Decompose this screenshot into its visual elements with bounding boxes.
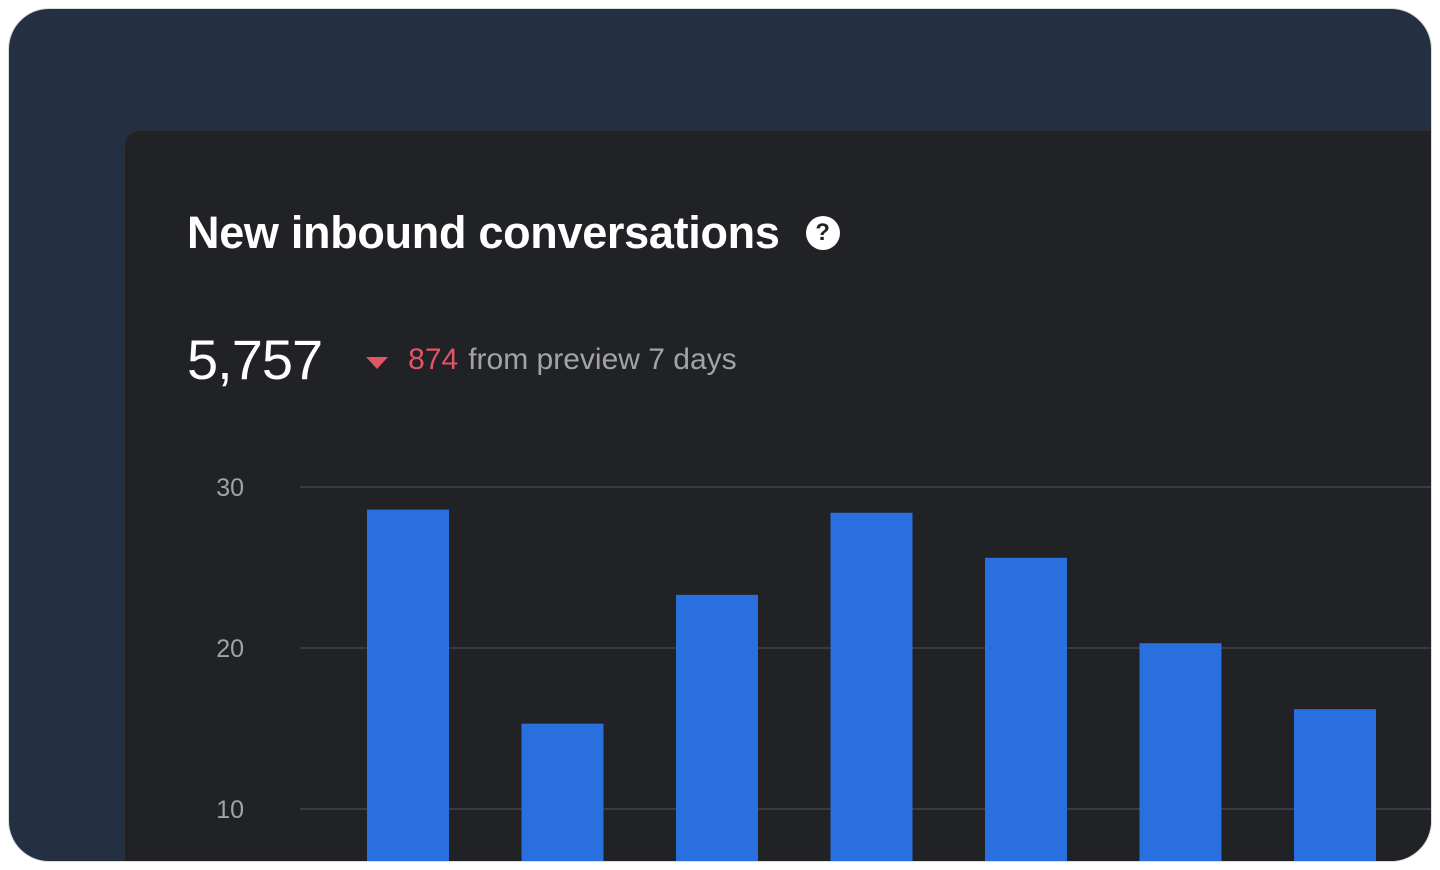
bar[interactable] [676,594,758,870]
bar[interactable] [830,512,913,870]
y-tick-label: 20 [216,635,244,663]
bar[interactable] [521,723,604,870]
y-tick-label: 30 [216,474,244,502]
bar-chart: 30 20 10 [216,474,1431,870]
bar[interactable] [367,509,449,870]
y-tick-label: 10 [216,796,244,824]
bar[interactable] [1139,643,1222,870]
bar[interactable] [1294,709,1376,870]
bar[interactable] [985,557,1067,870]
